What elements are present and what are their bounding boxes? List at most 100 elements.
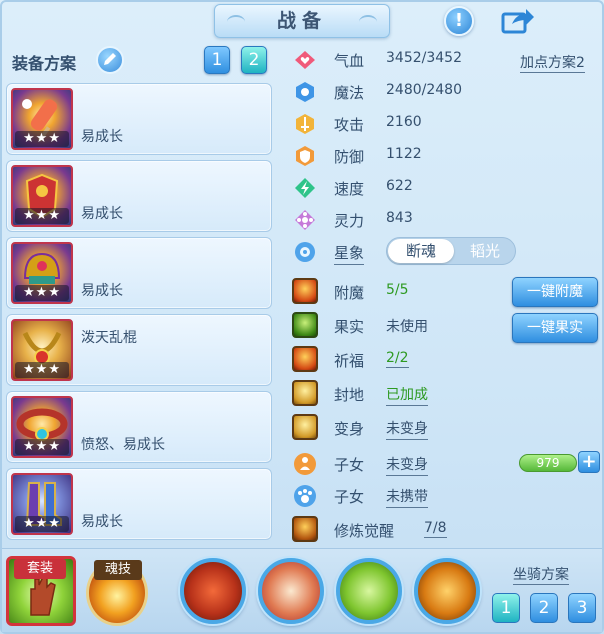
equip-slot[interactable]: ★★★ 易成长 xyxy=(6,83,272,155)
rarity-stars: ★★★ xyxy=(15,516,69,532)
extra-label: 封地 xyxy=(334,386,365,404)
stat-label: 灵力 xyxy=(334,212,365,230)
slot-description: 易成长 xyxy=(81,129,123,145)
mount-plan-1-button[interactable]: 1 xyxy=(492,593,520,623)
beast-skill-icon[interactable] xyxy=(180,558,246,624)
add-child-button[interactable]: + xyxy=(578,451,600,473)
equip-plan-2-button[interactable]: 2 xyxy=(241,46,267,74)
bless-icon xyxy=(292,346,318,372)
stat-value: 1122 xyxy=(386,146,422,162)
stat-label: 气血 xyxy=(334,52,365,70)
stat-speed: 速度 622 xyxy=(290,174,600,202)
stat-label: 魔法 xyxy=(334,84,365,102)
slot-description: 愤怒、易成长 xyxy=(81,437,165,453)
equip-slot[interactable]: ★★★ 泼天乱棍 xyxy=(6,314,272,386)
rarity-stars: ★★★ xyxy=(15,131,69,147)
extra-value[interactable]: 未携带 xyxy=(386,486,428,508)
extra-bless: 祈福 2/2 xyxy=(290,346,600,374)
extra-label: 祈福 xyxy=(334,352,365,370)
slot-description: 易成长 xyxy=(81,283,123,299)
one-click-fruit-button[interactable]: 一键果实 xyxy=(512,313,598,343)
stat-spirit: 灵力 843 xyxy=(290,206,600,234)
attack-icon xyxy=(296,114,314,134)
extra-transform: 变身 未变身 xyxy=(290,414,600,442)
equip-plan-header: 装备方案 1 2 xyxy=(8,46,278,76)
belt-icon: ★★★ xyxy=(11,396,73,458)
extra-label: 子女 xyxy=(334,488,365,506)
stat-value: 2480/2480 xyxy=(386,82,462,98)
mount-plan-2-button[interactable]: 2 xyxy=(530,593,558,623)
extra-label: 修炼觉醒 xyxy=(334,522,395,540)
stat-label: 速度 xyxy=(334,180,365,198)
slot-description: 泼天乱棍 xyxy=(81,330,137,346)
mount-plan-label[interactable]: 坐骑方案 xyxy=(513,564,569,585)
necklace-icon: ★★★ xyxy=(11,319,73,381)
rarity-stars: ★★★ xyxy=(15,208,69,224)
help-icon[interactable]: ! xyxy=(444,6,474,36)
extra-cultivate: 修炼觉醒 7/8 xyxy=(290,516,600,544)
toggle-option-off[interactable]: 韬光 xyxy=(455,239,515,263)
stat-mp: 魔法 2480/2480 xyxy=(290,78,600,106)
seal-icon xyxy=(292,380,318,406)
enchant-icon xyxy=(292,278,318,304)
extra-value[interactable]: 未变身 xyxy=(386,454,428,476)
stat-value: 622 xyxy=(386,178,413,194)
equip-plan-1-button[interactable]: 1 xyxy=(204,46,230,74)
equip-slot[interactable]: ★★★ 易成长 xyxy=(6,237,272,309)
stat-defense: 防御 1122 xyxy=(290,142,600,170)
extra-value: 未使用 xyxy=(386,319,428,335)
sword-skill-icon[interactable] xyxy=(336,558,402,624)
soul-skill-label[interactable]: 魂技 xyxy=(94,560,142,580)
share-icon[interactable] xyxy=(500,6,536,36)
page-title: 战备 xyxy=(214,4,390,38)
rarity-stars: ★★★ xyxy=(15,439,69,455)
extra-label: 果实 xyxy=(334,318,365,336)
stat-attack: 攻击 2160 xyxy=(290,110,600,138)
speed-icon xyxy=(295,178,315,198)
star-sign-icon xyxy=(295,242,315,262)
slot-description: 易成长 xyxy=(81,514,123,530)
armor-icon: ★★★ xyxy=(11,165,73,227)
equip-slot[interactable]: ★★★ 易成长 xyxy=(6,160,272,232)
stat-label: 攻击 xyxy=(334,116,365,134)
edit-plan-button[interactable] xyxy=(96,46,124,74)
fruit-icon xyxy=(292,312,318,338)
stat-label: 防御 xyxy=(334,148,365,166)
child-icon xyxy=(294,453,316,475)
extra-value: 5/5 xyxy=(386,282,409,298)
extra-value[interactable]: 已加成 xyxy=(386,384,428,406)
extra-seal: 封地 已加成 xyxy=(290,380,600,408)
blade-skill-icon[interactable] xyxy=(258,558,324,624)
set-tab-label[interactable]: 套装 xyxy=(14,559,66,579)
boots-icon: ★★★ xyxy=(11,473,73,535)
pencil-icon xyxy=(104,53,116,65)
rarity-stars: ★★★ xyxy=(15,285,69,301)
shield-icon xyxy=(296,146,314,166)
stat-value: 2160 xyxy=(386,114,422,130)
star-sign-toggle[interactable]: 断魂 韬光 xyxy=(386,237,516,265)
extra-value[interactable]: 2/2 xyxy=(386,350,409,368)
equip-plan-label: 装备方案 xyxy=(12,54,77,73)
extra-child-2: 子女 未携带 xyxy=(290,482,600,510)
mount-plan-3-button[interactable]: 3 xyxy=(568,593,596,623)
spirit-icon xyxy=(295,210,315,230)
extra-label: 附魔 xyxy=(334,284,365,302)
extra-label: 变身 xyxy=(334,420,365,438)
stat-hp: 气血 3452/3452 xyxy=(290,46,600,74)
slot-description: 易成长 xyxy=(81,206,123,222)
child-count-badge: 979 xyxy=(519,454,577,472)
extra-value[interactable]: 7/8 xyxy=(424,520,447,538)
extra-label: 子女 xyxy=(334,456,365,474)
equip-slot[interactable]: ★★★ 愤怒、易成长 xyxy=(6,391,272,463)
stat-label[interactable]: 星象 xyxy=(334,242,365,265)
extra-value[interactable]: 未变身 xyxy=(386,418,428,440)
heart-icon xyxy=(295,51,315,69)
dash-skill-icon[interactable] xyxy=(414,558,480,624)
one-click-enchant-button[interactable]: 一键附魔 xyxy=(512,277,598,307)
stat-value: 3452/3452 xyxy=(386,50,462,66)
cultivate-icon xyxy=(292,516,318,542)
stat-value: 843 xyxy=(386,210,413,226)
ice-pop-icon: ★★★ xyxy=(11,88,73,150)
equip-slot[interactable]: ★★★ 易成长 xyxy=(6,468,272,540)
toggle-option-on[interactable]: 断魂 xyxy=(388,239,454,263)
